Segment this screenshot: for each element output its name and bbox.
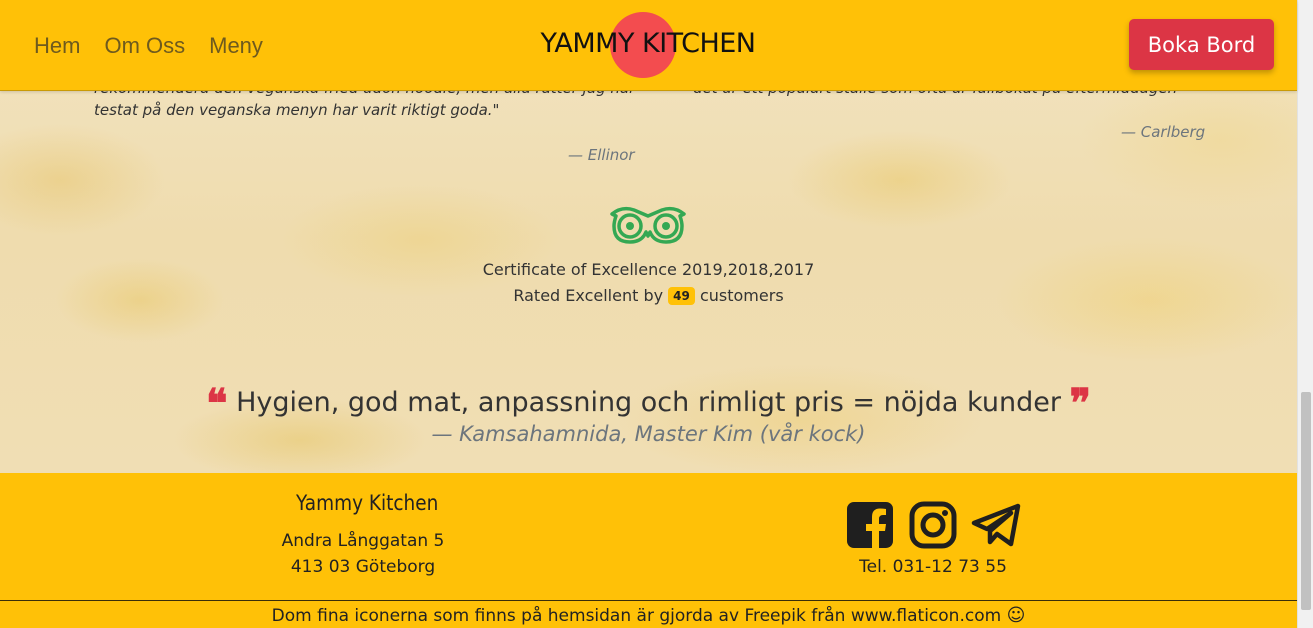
book-table-button[interactable]: Boka Bord — [1129, 19, 1274, 70]
scrollbar-thumb[interactable] — [1301, 392, 1311, 610]
footer-address-line2: 413 03 Göteborg — [290, 557, 436, 577]
nav-link-meny[interactable]: Meny — [209, 33, 263, 59]
smiley-icon: ☺ — [1006, 605, 1026, 626]
rating-prefix: Rated Excellent by — [513, 286, 664, 305]
footer-divider — [0, 600, 1297, 601]
featured-quote: ❝ Hygien, god mat, anpassning och rimlig… — [0, 380, 1297, 427]
telegram-icon[interactable] — [971, 500, 1021, 550]
footer-address-line1: Andra Långgatan 5 — [281, 531, 445, 551]
nav-links: Hem Om Oss Meny — [34, 33, 263, 59]
brand-logo[interactable]: YAMMY KITCHEN — [533, 12, 763, 78]
instagram-icon[interactable] — [908, 500, 958, 550]
open-quote-icon: ❝ — [205, 380, 228, 427]
nav-link-hem[interactable]: Hem — [34, 33, 80, 59]
review-ellinor-line2: testat på den veganska menyn har varit r… — [94, 101, 500, 119]
credit-text: Dom fina iconerna som finns på hemsidan … — [271, 606, 1002, 626]
close-quote-icon: ❞ — [1069, 380, 1092, 427]
owl-icon — [610, 206, 686, 244]
vertical-scrollbar[interactable] — [1297, 0, 1313, 628]
facebook-icon[interactable] — [845, 500, 895, 550]
featured-quote-text: Hygien, god mat, anpassning och rimligt … — [236, 387, 1061, 418]
brand-name: YAMMY KITCHEN — [540, 28, 756, 59]
review-ellinor-author: — Ellinor — [568, 146, 635, 164]
review-carlberg-author: — Carlberg — [1121, 123, 1206, 141]
footer: Yammy Kitchen Andra Långgatan 5 413 03 G… — [0, 473, 1297, 628]
certificate-text: Certificate of Excellence 2019,2018,2017 — [482, 260, 815, 279]
rating-count-badge: 49 — [668, 287, 695, 305]
footer-credit: Dom fina iconerna som finns på hemsidan … — [0, 605, 1297, 626]
nav-link-om-oss[interactable]: Om Oss — [104, 33, 185, 59]
rating-text: Rated Excellent by 49 customers — [0, 286, 1297, 305]
footer-restaurant-name: Yammy Kitchen — [296, 491, 439, 515]
rating-suffix: customers — [699, 286, 784, 305]
navbar: Hem Om Oss Meny YAMMY KITCHEN Boka Bord — [0, 0, 1297, 91]
featured-quote-author: — Kamsahamnida, Master Kim (vår kock) — [431, 422, 866, 446]
footer-telephone: Tel. 031-12 73 55 — [859, 557, 1007, 577]
